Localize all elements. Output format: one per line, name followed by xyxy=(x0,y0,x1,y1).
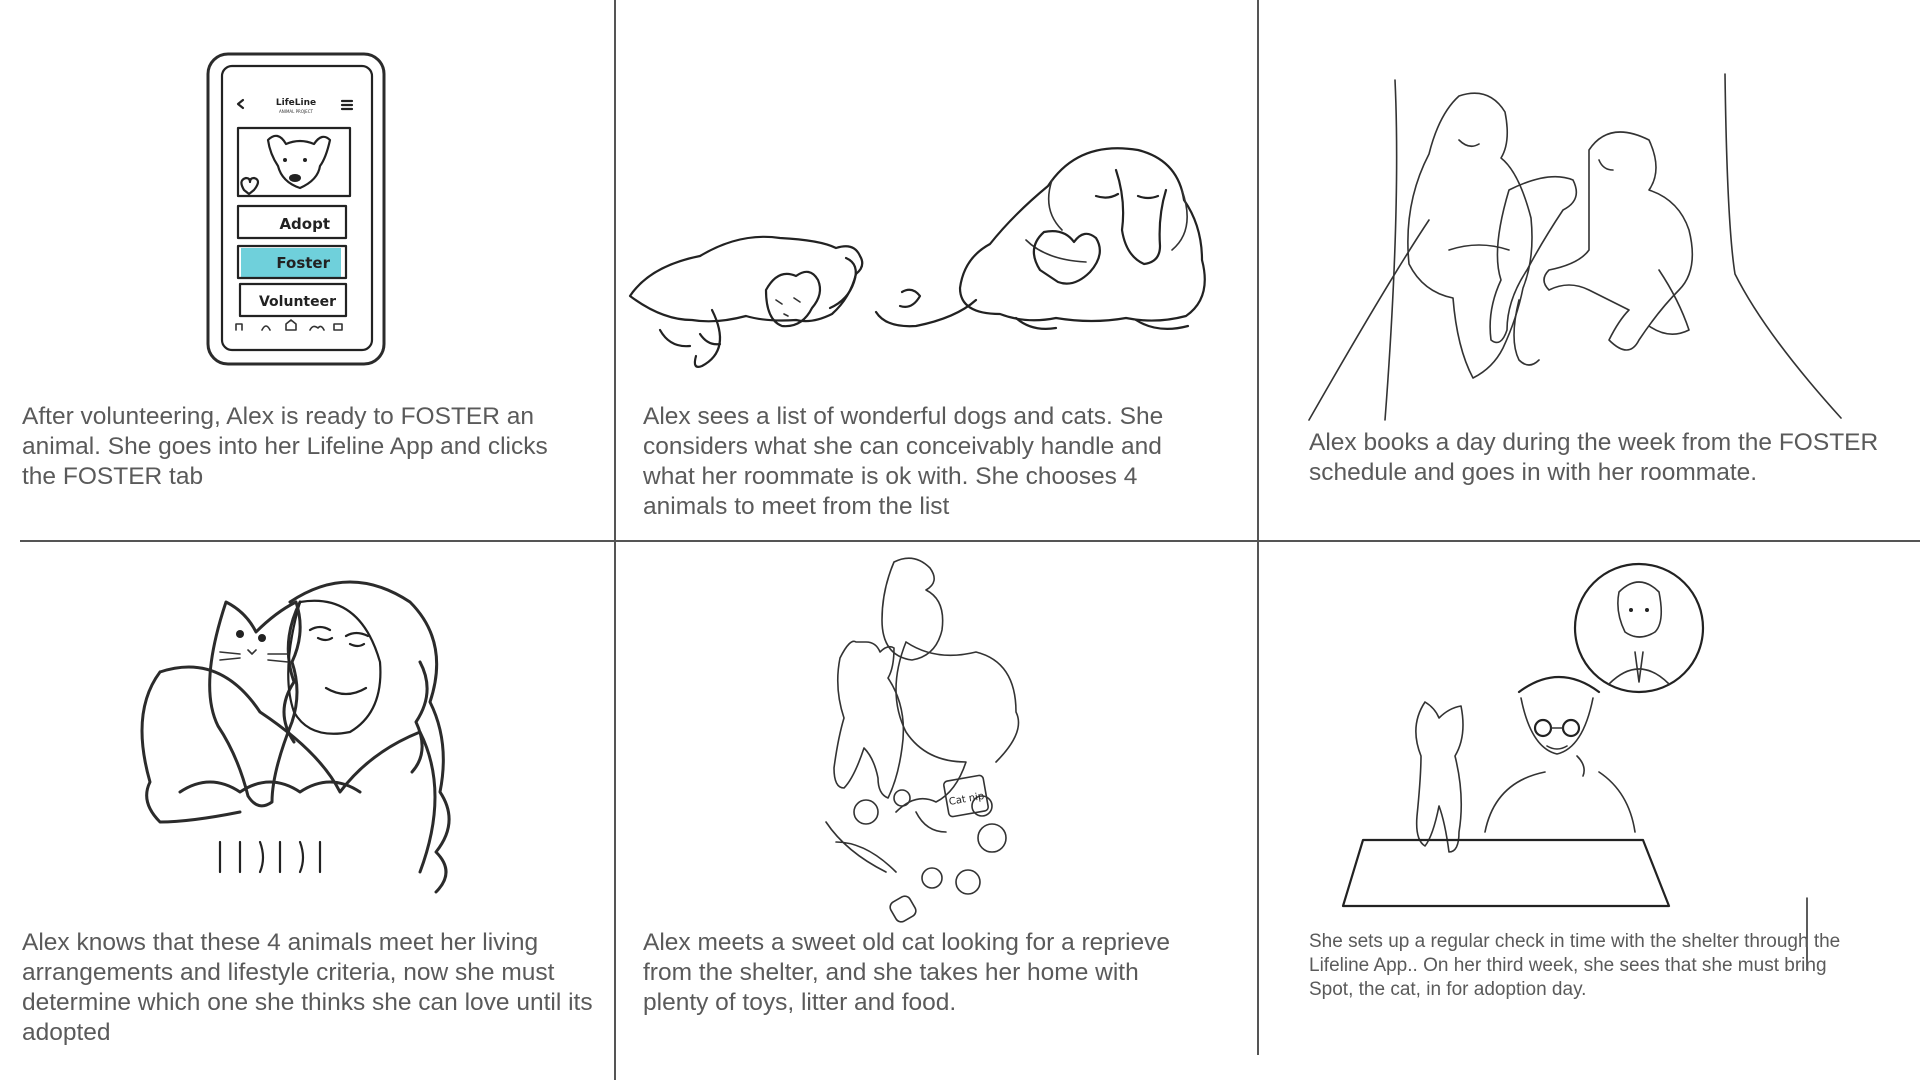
storyboard-panel-2: Alex sees a list of wonderful dogs and c… xyxy=(616,0,1256,540)
woman-with-cat-illustration xyxy=(140,580,451,894)
caption-panel-5: Alex meets a sweet old cat looking for a… xyxy=(643,929,1171,1016)
svg-text:Foster: Foster xyxy=(276,254,330,272)
catnip-label: Cat nip xyxy=(948,791,985,808)
svg-text:Adopt: Adopt xyxy=(279,215,330,233)
svg-text:Volunteer: Volunteer xyxy=(259,294,336,310)
caption-panel-6: She sets up a regular check in time with… xyxy=(1309,931,1841,1000)
storyboard-panel-6: She sets up a regular check in time with… xyxy=(1259,542,1920,1080)
storyboard-panel-1: LifeLine ANIMAL PROJECT Adopt Foster Vol… xyxy=(0,0,614,540)
storyboard-panel-5: Cat nip Alex meets a sweet old cat looki… xyxy=(616,542,1256,1080)
storyboard-panel-4: Alex knows that these 4 animals meet her… xyxy=(0,542,614,1080)
cat-with-toys-illustration: Cat nip xyxy=(825,557,1020,923)
caption-panel-3: Alex books a day during the week from th… xyxy=(1309,429,1879,486)
caption-panel-4: Alex knows that these 4 animals meet her… xyxy=(22,929,593,1046)
app-logo: LifeLine xyxy=(276,98,316,108)
check-in-call-illustration xyxy=(1341,562,1808,971)
storyboard-panel-3: Alex books a day during the week from th… xyxy=(1259,0,1920,540)
phone-illustration: LifeLine ANIMAL PROJECT Adopt Foster Vol… xyxy=(206,52,386,366)
caption-panel-1: After volunteering, Alex is ready to FOS… xyxy=(22,403,548,490)
svg-text:ANIMAL PROJECT: ANIMAL PROJECT xyxy=(279,109,313,114)
caption-panel-2: Alex sees a list of wonderful dogs and c… xyxy=(643,403,1164,520)
shelter-visit-illustration xyxy=(1308,73,1842,421)
dogs-and-cats-illustration xyxy=(628,147,1206,368)
